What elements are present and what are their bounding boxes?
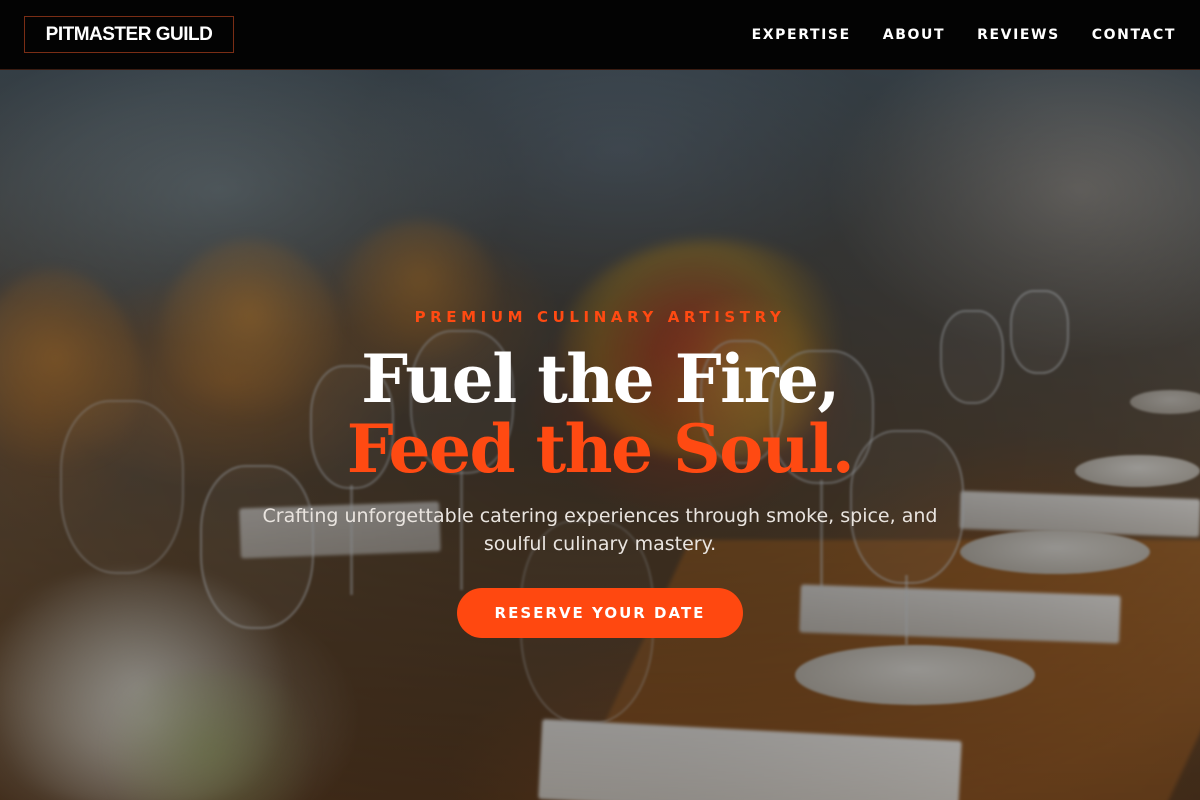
reserve-date-button[interactable]: RESERVE YOUR DATE xyxy=(457,588,743,638)
landing-page: PITMASTER GUILD EXPERTISE ABOUT REVIEWS … xyxy=(0,0,1200,800)
nav-link-expertise[interactable]: EXPERTISE xyxy=(752,27,851,43)
nav-link-contact[interactable]: CONTACT xyxy=(1092,27,1176,43)
nav-menu: EXPERTISE ABOUT REVIEWS CONTACT xyxy=(752,0,1176,70)
headline-line-2: Feed the Soul. xyxy=(346,410,855,488)
nav-link-reviews[interactable]: REVIEWS xyxy=(977,27,1060,43)
top-navbar: PITMASTER GUILD EXPERTISE ABOUT REVIEWS … xyxy=(0,0,1200,70)
hero-subheadline: Crafting unforgettable catering experien… xyxy=(262,505,938,555)
headline-line-1: Fuel the Fire, xyxy=(361,340,840,418)
hero-section: PREMIUM CULINARY ARTISTRY Fuel the Fire,… xyxy=(200,300,1000,638)
hero-eyebrow: PREMIUM CULINARY ARTISTRY xyxy=(414,308,786,326)
nav-link-about[interactable]: ABOUT xyxy=(883,27,945,43)
site-logo[interactable]: PITMASTER GUILD xyxy=(24,16,234,53)
hero-headline: Fuel the Fire, Feed the Soul. xyxy=(200,344,1000,484)
